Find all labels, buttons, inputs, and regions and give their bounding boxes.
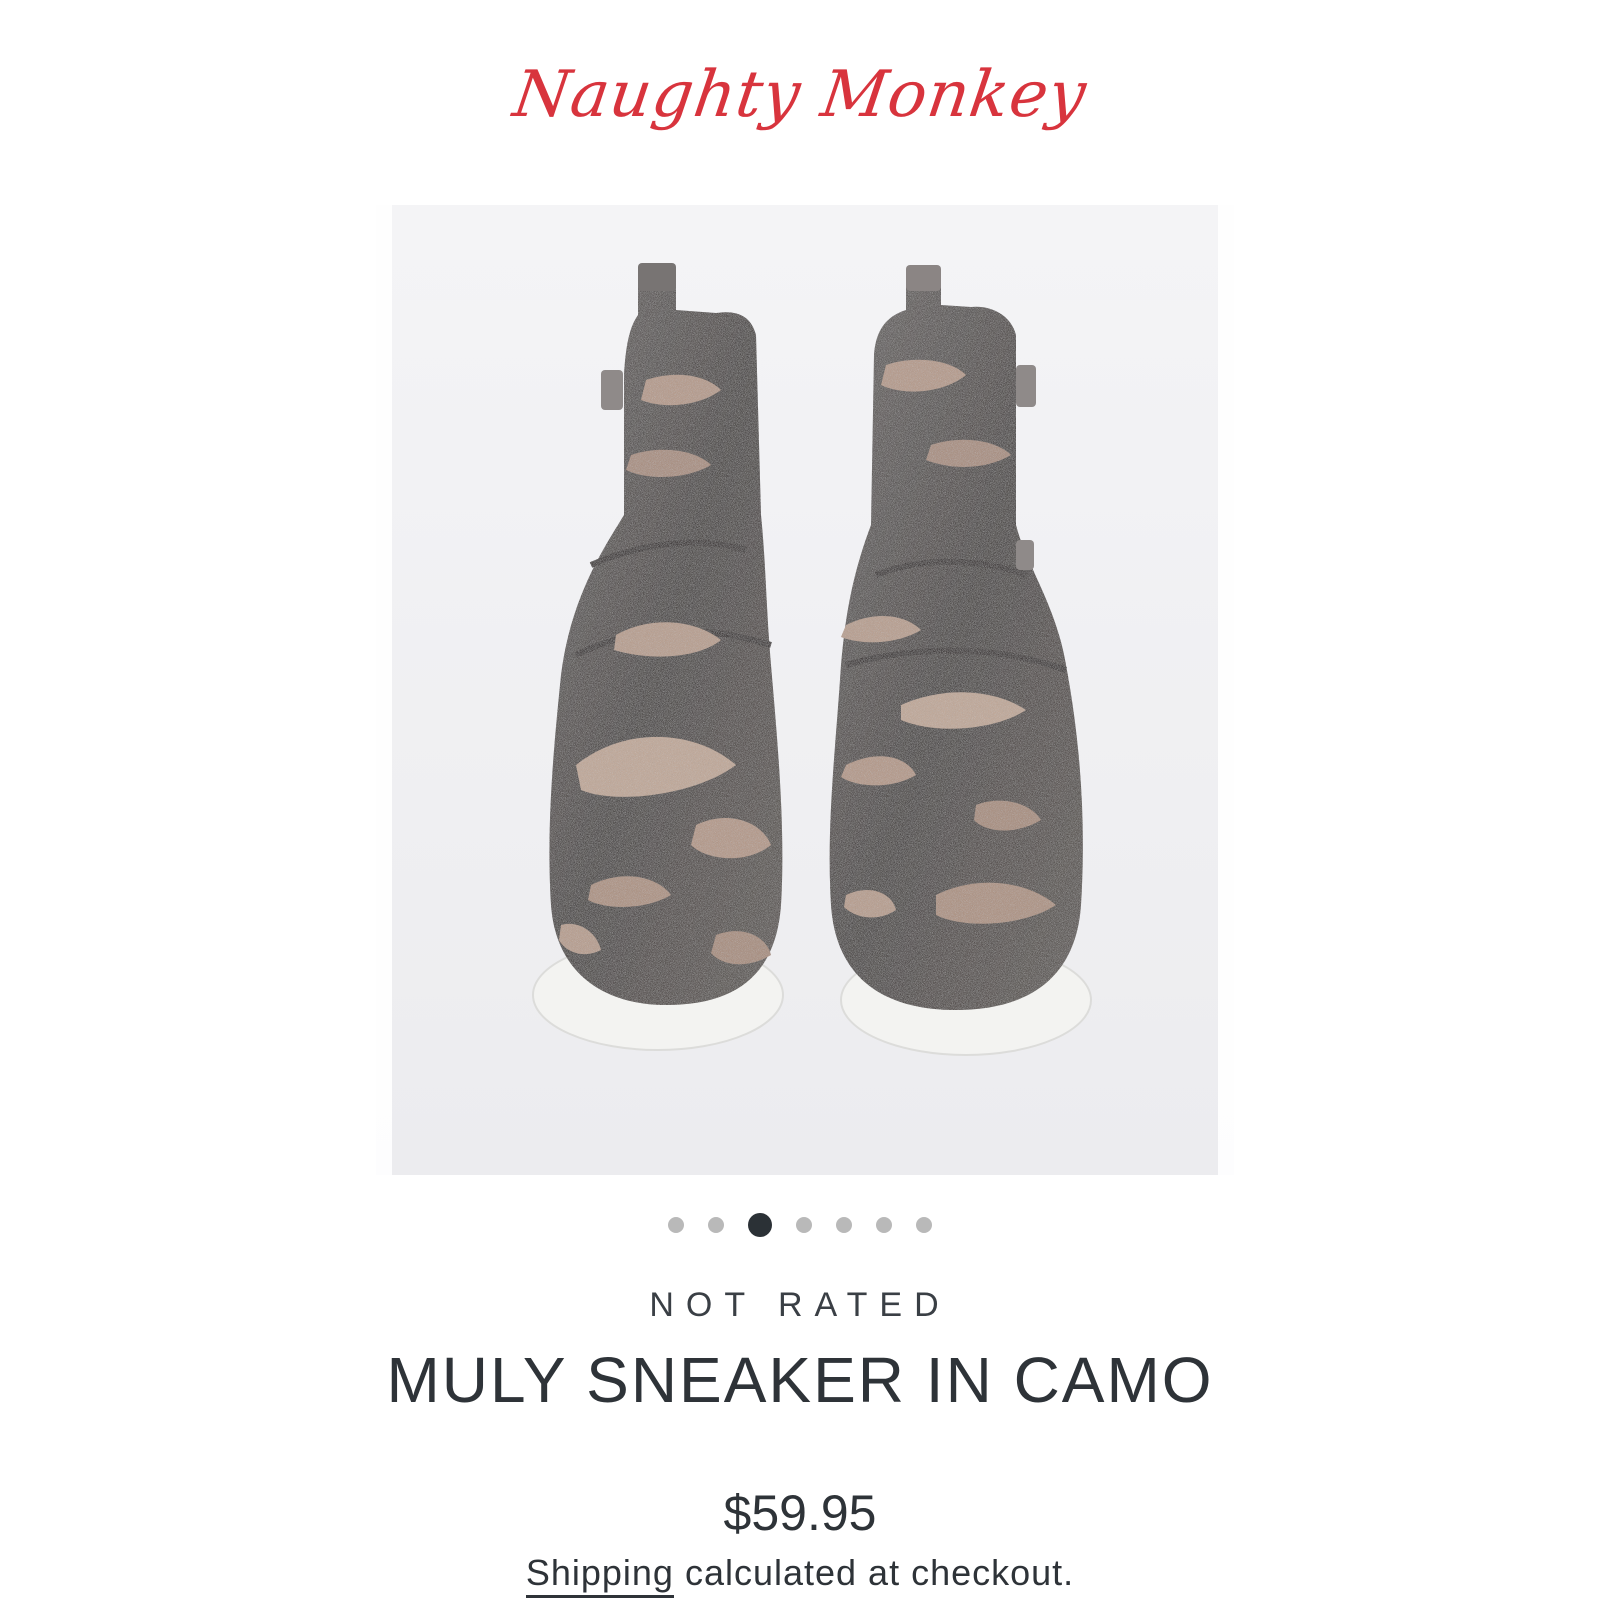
shipping-link[interactable]: Shipping <box>525 1552 674 1598</box>
carousel-dot-7[interactable] <box>916 1217 932 1233</box>
product-image[interactable] <box>376 205 1234 1175</box>
carousel-dot-1[interactable] <box>668 1217 684 1233</box>
carousel-dot-2[interactable] <box>708 1217 724 1233</box>
product-price: $59.95 <box>723 1485 877 1541</box>
product-title: MULY SNEAKER IN CAMO <box>386 1344 1214 1416</box>
brand-logo[interactable]: Naughty Monkey <box>509 40 1091 150</box>
sneakers-photo <box>376 205 1234 1175</box>
carousel-dot-6[interactable] <box>876 1217 892 1233</box>
shipping-note-text: calculated at checkout. <box>673 1552 1075 1593</box>
product-rating: NOT RATED <box>649 1286 951 1324</box>
carousel-dots <box>0 1210 1600 1240</box>
carousel-dot-4[interactable] <box>796 1217 812 1233</box>
shipping-note: Shipping calculated at checkout. <box>0 1552 1600 1598</box>
brand-logo-text: Naughty Monkey <box>508 58 1092 132</box>
carousel-dot-5[interactable] <box>836 1217 852 1233</box>
carousel-dot-3[interactable] <box>748 1213 772 1237</box>
